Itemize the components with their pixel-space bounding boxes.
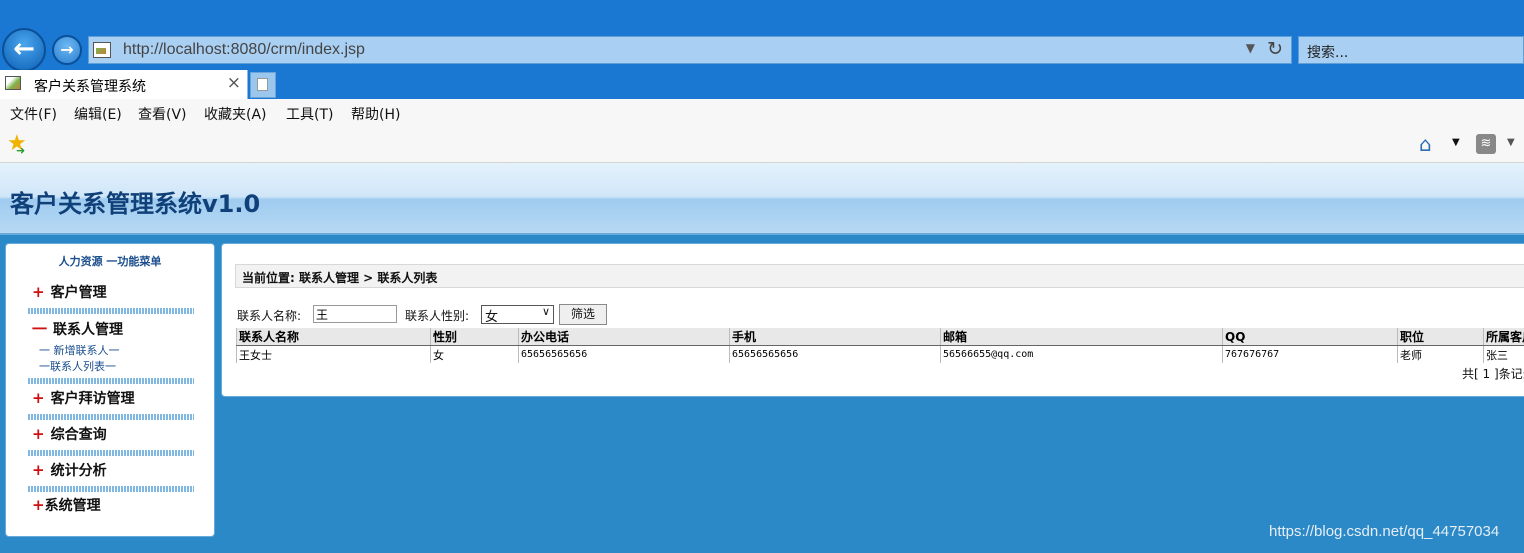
rss-dropdown-icon[interactable]: ▼ <box>1507 137 1515 148</box>
cell-office-phone: 65656565656 <box>518 345 730 363</box>
sidebar-item-label: 联系人管理 <box>53 322 124 338</box>
sidebar-item-label: 客户拜访管理 <box>50 391 135 407</box>
browser-search-box[interactable]: 搜索... <box>1298 36 1524 64</box>
sidebar-item-label: 客户管理 <box>50 285 107 301</box>
col-header-customer: 所属客户 <box>1483 328 1524 346</box>
collapse-minus-icon: 一 <box>32 320 48 338</box>
expand-plus-icon: + <box>32 389 45 407</box>
sidebar-item-system[interactable]: +系统管理 <box>32 495 101 515</box>
sidebar-divider <box>28 486 194 492</box>
col-header-position: 职位 <box>1397 328 1484 346</box>
home-dropdown-icon[interactable]: ▼ <box>1452 137 1460 148</box>
favorites-bar: ★ ⌂ ▼ ≋ ▼ <box>0 127 1524 163</box>
browser-toolbar: ← → http://localhost:8080/crm/index.jsp … <box>0 0 1524 72</box>
cell-mobile: 65656565656 <box>729 345 941 363</box>
address-dropdown-icon[interactable]: ▼ <box>1246 41 1255 55</box>
home-icon[interactable]: ⌂ <box>1419 132 1432 156</box>
forward-button[interactable]: → <box>52 35 82 65</box>
address-bar[interactable]: http://localhost:8080/crm/index.jsp ▼ ↻ <box>88 36 1292 64</box>
sidebar-divider <box>28 378 194 384</box>
col-header-mobile: 手机 <box>729 328 941 346</box>
record-count: 共[ 1 ]条记录 <box>1462 367 1524 381</box>
table-row[interactable]: 王女士 女 65656565656 65656565656 56566655@q… <box>236 345 1524 363</box>
menu-file[interactable]: 文件(F) <box>10 104 57 124</box>
rss-feed-icon[interactable]: ≋ <box>1476 134 1496 154</box>
sidebar-item-label: 系统管理 <box>44 498 101 514</box>
sidebar-item-label: 综合查询 <box>50 427 107 443</box>
expand-plus-icon: + <box>32 461 45 479</box>
breadcrumb: 当前位置: 联系人管理 > 联系人列表 <box>235 264 1524 288</box>
menu-tools[interactable]: 工具(T) <box>286 104 333 124</box>
tab-favicon-icon <box>5 76 21 90</box>
sidebar-item-visit[interactable]: + 客户拜访管理 <box>32 388 135 408</box>
sidebar-item-customer[interactable]: + 客户管理 <box>32 282 107 302</box>
chevron-down-icon: ∨ <box>541 305 550 318</box>
address-url[interactable]: http://localhost:8080/crm/index.jsp <box>123 41 365 59</box>
sidebar-subitem-contact-list[interactable]: 一联系人列表一 <box>39 358 116 374</box>
tab-active[interactable]: 客户关系管理系统 × <box>0 70 248 99</box>
expand-plus-icon: + <box>32 425 45 443</box>
add-favorite-icon[interactable]: ★ <box>7 132 27 164</box>
cell-name: 王女士 <box>236 345 431 363</box>
menu-edit[interactable]: 编辑(E) <box>74 104 122 124</box>
col-header-name: 联系人名称 <box>236 328 431 346</box>
cell-position: 老师 <box>1397 345 1484 363</box>
sidebar-item-query[interactable]: + 综合查询 <box>32 424 107 444</box>
watermark: https://blog.csdn.net/qq_44757034 <box>1269 523 1500 540</box>
contact-name-input[interactable] <box>313 305 397 323</box>
menu-favorites[interactable]: 收藏夹(A) <box>204 104 267 124</box>
sidebar-item-label: 统计分析 <box>50 463 107 479</box>
menu-view[interactable]: 查看(V) <box>138 104 187 124</box>
contact-table: 联系人名称 性别 办公电话 手机 邮箱 QQ 职位 所属客户 王女士 女 656… <box>236 328 1524 363</box>
table-header-row: 联系人名称 性别 办公电话 手机 邮箱 QQ 职位 所属客户 <box>236 328 1524 346</box>
cell-customer: 张三 <box>1483 345 1524 363</box>
sidebar-item-contact[interactable]: 一联系人管理 <box>32 318 123 339</box>
page-icon <box>93 42 111 58</box>
app-title: 客户关系管理系统v1.0 <box>10 190 261 218</box>
sidebar-divider <box>28 308 194 314</box>
search-placeholder: 搜索... <box>1307 45 1349 61</box>
filter-button[interactable]: 筛选 <box>559 304 607 325</box>
new-tab-button[interactable] <box>250 72 276 98</box>
col-header-qq: QQ <box>1222 328 1398 346</box>
expand-plus-icon: + <box>32 496 45 514</box>
sidebar-subitem-add-contact[interactable]: 一 新增联系人一 <box>39 342 120 358</box>
refresh-icon[interactable]: ↻ <box>1267 38 1283 60</box>
col-header-office-phone: 办公电话 <box>518 328 730 346</box>
col-header-sex: 性别 <box>430 328 519 346</box>
sidebar-divider <box>28 450 194 456</box>
sidebar-item-statistics[interactable]: + 统计分析 <box>32 460 107 480</box>
cell-qq: 767676767 <box>1222 345 1398 363</box>
contact-sex-label: 联系人性别: <box>405 309 470 323</box>
sidebar-menu: 人力资源 一功能菜单 + 客户管理 一联系人管理 一 新增联系人一 一联系人列表一… <box>5 243 215 537</box>
cell-sex: 女 <box>430 345 519 363</box>
tab-close-icon[interactable]: × <box>227 73 241 93</box>
menu-bar: 文件(F) 编辑(E) 查看(V) 收藏夹(A) 工具(T) 帮助(H) <box>0 99 1524 127</box>
sidebar-divider <box>28 414 194 420</box>
col-header-email: 邮箱 <box>940 328 1223 346</box>
expand-plus-icon: + <box>32 283 45 301</box>
cell-email: 56566655@qq.com <box>940 345 1223 363</box>
back-button[interactable]: ← <box>2 28 46 72</box>
contact-sex-select[interactable]: 女 ∨ <box>481 305 554 325</box>
tab-title: 客户关系管理系统 <box>34 79 146 95</box>
app-header: 客户关系管理系统v1.0 <box>0 163 1524 235</box>
contact-sex-selected: 女 <box>485 310 499 325</box>
content-panel: 当前位置: 联系人管理 > 联系人列表 联系人名称: 联系人性别: 女 ∨ 筛选… <box>221 243 1524 397</box>
menu-help[interactable]: 帮助(H) <box>351 104 400 124</box>
contact-name-label: 联系人名称: <box>237 309 302 323</box>
tab-strip: 客户关系管理系统 × <box>0 70 1524 99</box>
breadcrumb-text: 当前位置: 联系人管理 > 联系人列表 <box>242 271 438 285</box>
sidebar-title: 人力资源 一功能菜单 <box>58 255 162 268</box>
